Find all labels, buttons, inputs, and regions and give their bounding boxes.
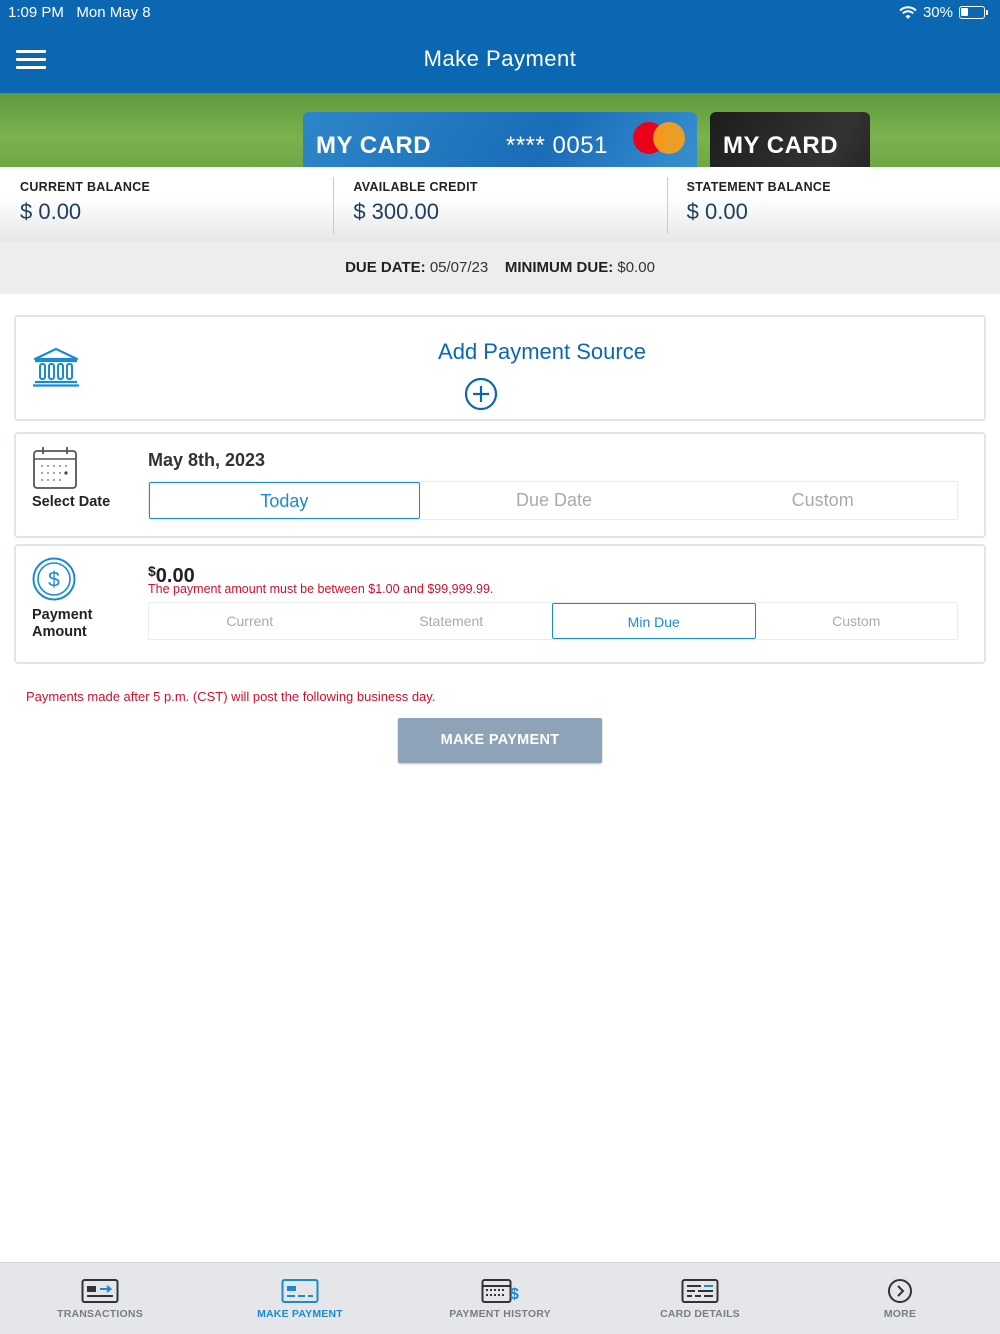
tab-more-label: MORE (883, 1308, 917, 1320)
due-date-value: 05/07/23 (429, 259, 489, 276)
mastercard-logo-icon (633, 122, 685, 154)
tab-payment-history-label: PAYMENT HISTORY (449, 1308, 551, 1320)
svg-text:$: $ (48, 569, 60, 592)
card-carousel: MY CARD **** 0051 MY CARD (0, 93, 1000, 167)
add-payment-source-title[interactable]: Add Payment Source (16, 339, 984, 365)
select-date-panel: Select Date May 8th, 2023 Today Due Date… (14, 432, 986, 538)
bottom-tab-bar: TRANSACTIONS MAKE PAYMENT $ PAYMENT HIST… (0, 1262, 1000, 1334)
amount-option-statement[interactable]: Statement (351, 603, 553, 639)
due-info: DUE DATE: 05/07/23 MINIMUM DUE: $0.00 (0, 242, 1000, 294)
battery-percent: 30% (922, 4, 953, 21)
tab-card-details[interactable]: CARD DETAILS (600, 1263, 800, 1334)
amount-option-custom[interactable]: Custom (756, 603, 958, 639)
payment-amount-label: Payment Amount (32, 607, 92, 641)
add-circle-icon[interactable] (464, 377, 498, 411)
status-clock: 1:09 PM (8, 4, 64, 21)
date-option-due-date[interactable]: Due Date (420, 482, 689, 519)
tab-payment-history[interactable]: $ PAYMENT HISTORY (400, 1263, 600, 1334)
currency-symbol: $ (148, 563, 156, 579)
balance-summary: CURRENT BALANCE $ 0.00 AVAILABLE CREDIT … (0, 167, 1000, 242)
tab-card-details-label: CARD DETAILS (660, 1308, 740, 1320)
date-option-selector: Today Due Date Custom (148, 481, 958, 520)
statement-balance: STATEMENT BALANCE $ 0.00 (666, 167, 1000, 242)
calendar-icon (33, 447, 77, 489)
date-option-custom[interactable]: Custom (688, 482, 957, 519)
wifi-icon (899, 5, 917, 19)
card-tile-primary[interactable]: MY CARD **** 0051 (303, 112, 697, 167)
page-title: Make Payment (423, 46, 577, 71)
make-payment-icon (281, 1279, 319, 1303)
status-date: Mon May 8 (76, 4, 151, 21)
selected-date: May 8th, 2023 (148, 450, 266, 470)
card-details-icon (681, 1279, 719, 1303)
dollar-icon: $ (32, 557, 76, 601)
battery-icon (959, 6, 985, 19)
posting-notice: Payments made after 5 p.m. (CST) will po… (26, 689, 436, 704)
card-tile-secondary[interactable]: MY CARD (710, 112, 870, 167)
minimum-due-value: $0.00 (617, 259, 655, 276)
available-credit-label: AVAILABLE CREDIT (353, 180, 478, 194)
amount-option-min-due[interactable]: Min Due (552, 603, 756, 639)
current-balance: CURRENT BALANCE $ 0.00 (0, 167, 333, 242)
payment-amount-label-line1: Payment (32, 607, 93, 623)
tab-make-payment[interactable]: MAKE PAYMENT (200, 1263, 400, 1334)
statement-balance-value: $ 0.00 (686, 199, 748, 224)
add-payment-source-panel[interactable]: Add Payment Source (14, 315, 986, 421)
card-number: **** 0051 (506, 132, 608, 159)
available-credit: AVAILABLE CREDIT $ 300.00 (333, 167, 666, 242)
payment-amount-label-line2: Amount (32, 624, 87, 640)
payment-amount-panel: $ Payment Amount $0.00 The payment amoun… (14, 544, 986, 664)
tab-transactions[interactable]: TRANSACTIONS (0, 1263, 200, 1334)
card-name: MY CARD (723, 132, 839, 159)
status-time: 1:09 PM Mon May 8 (8, 4, 151, 21)
amount-error-message: The payment amount must be between $1.00… (148, 582, 494, 596)
payment-history-icon: $ (481, 1279, 519, 1303)
amount-option-current[interactable]: Current (149, 603, 351, 639)
select-date-label: Select Date (32, 494, 111, 510)
tab-more[interactable]: MORE (800, 1263, 1000, 1334)
statement-balance-label: STATEMENT BALANCE (686, 180, 831, 194)
more-icon (888, 1279, 912, 1303)
app-header: 1:09 PM Mon May 8 30% Make Payment (0, 0, 1000, 93)
make-payment-button[interactable]: MAKE PAYMENT (398, 718, 602, 763)
due-date-label: DUE DATE: (345, 259, 426, 276)
minimum-due-label: MINIMUM DUE: (504, 259, 614, 276)
current-balance-value: $ 0.00 (20, 199, 82, 224)
status-indicators: 30% (899, 4, 988, 21)
current-balance-label: CURRENT BALANCE (20, 180, 151, 194)
card-name: MY CARD (316, 132, 432, 159)
battery-cap (986, 10, 988, 15)
svg-text:$: $ (510, 1286, 519, 1303)
tab-transactions-label: TRANSACTIONS (57, 1308, 143, 1320)
available-credit-value: $ 300.00 (353, 199, 439, 224)
transactions-icon (81, 1279, 119, 1303)
tab-make-payment-label: MAKE PAYMENT (257, 1308, 343, 1320)
amount-option-selector: Current Statement Min Due Custom (148, 602, 958, 640)
date-option-today[interactable]: Today (149, 482, 420, 519)
